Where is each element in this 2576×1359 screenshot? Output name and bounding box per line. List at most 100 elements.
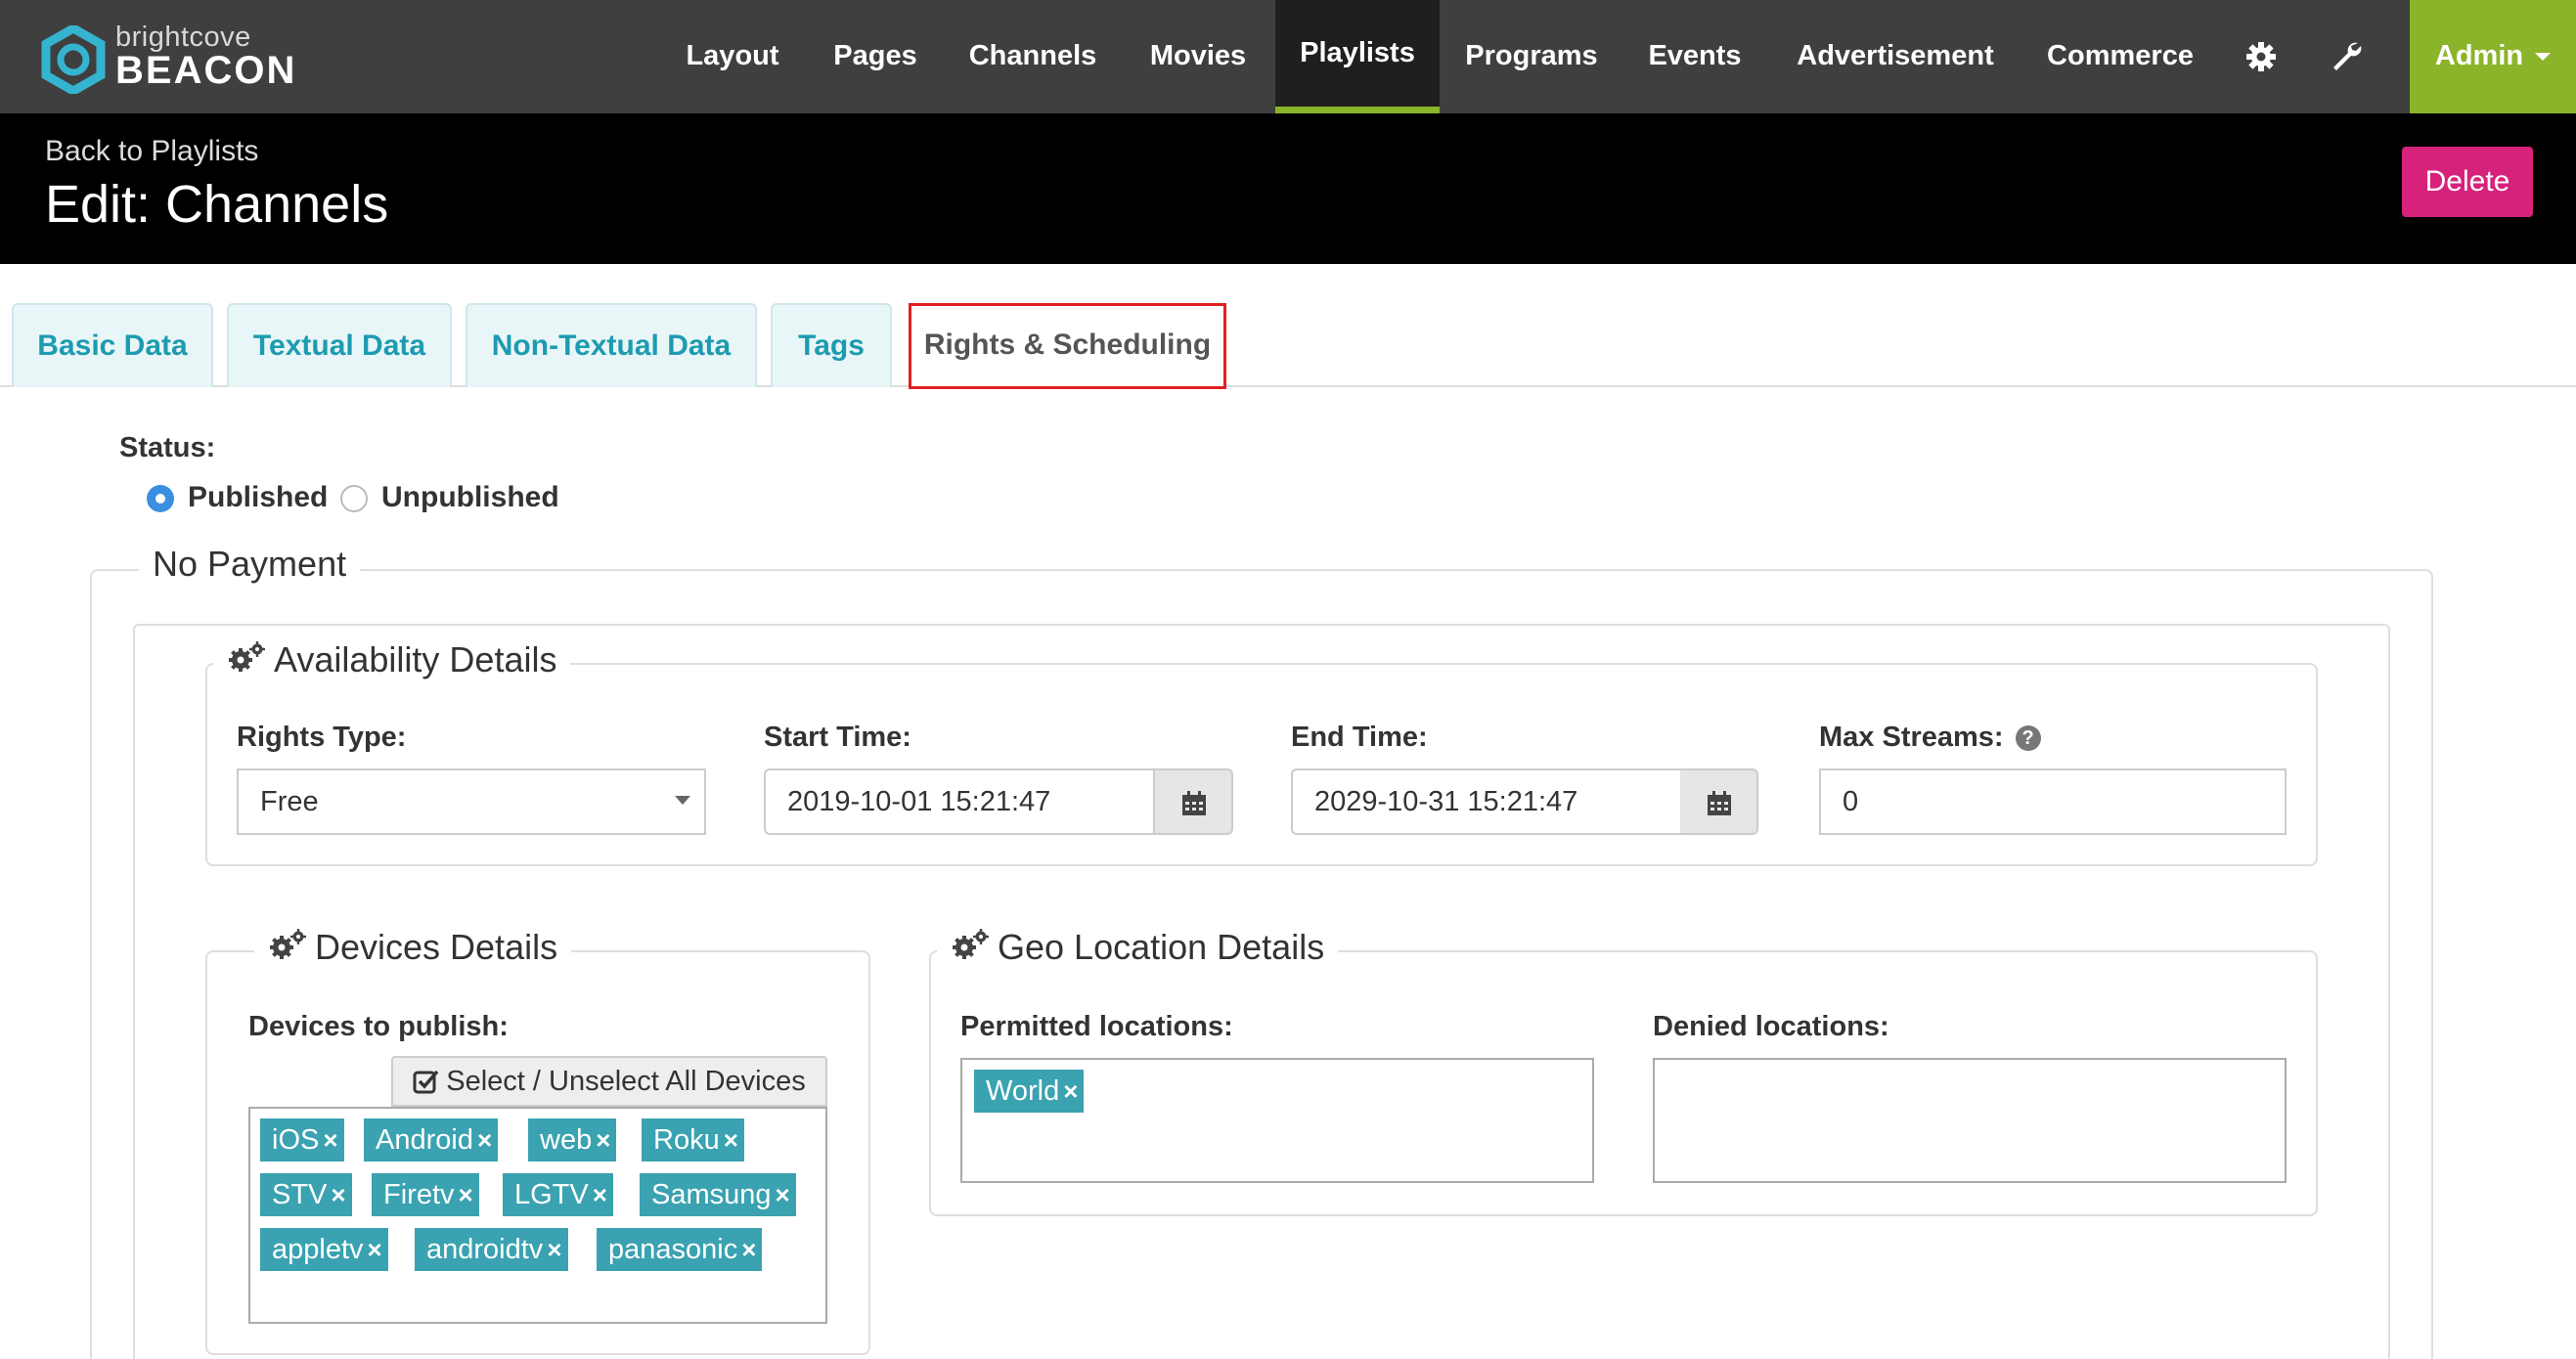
beacon-hexagon-icon [41, 25, 106, 94]
rights-type-select[interactable]: Free [237, 768, 706, 835]
calendar-icon [1182, 791, 1206, 815]
remove-tag-icon[interactable]: × [593, 1173, 613, 1216]
remove-tag-icon[interactable]: × [331, 1173, 351, 1216]
nav-movies[interactable]: Movies [1134, 0, 1262, 113]
device-tag-label: Samsung [651, 1179, 772, 1210]
device-tag: Firetv × [372, 1173, 479, 1216]
start-time-calendar-button[interactable] [1155, 768, 1233, 835]
remove-tag-icon[interactable]: × [724, 1118, 744, 1162]
end-time-label: End Time: [1291, 722, 1428, 753]
chevron-down-icon [675, 796, 690, 805]
device-tag: panasonic × [597, 1228, 763, 1271]
remove-tag-icon[interactable]: × [547, 1228, 567, 1271]
permitted-locations-input[interactable]: World × [960, 1058, 1594, 1183]
availability-legend: Availability Details [213, 639, 571, 680]
check-square-icon [413, 1070, 439, 1094]
tab-textual-data[interactable]: Textual Data [227, 303, 452, 387]
start-time-label: Start Time: [764, 722, 911, 753]
nav-playlists[interactable]: Playlists [1275, 0, 1440, 113]
no-payment-legend: No Payment [139, 544, 361, 585]
nav-pages[interactable]: Pages [818, 0, 933, 113]
nav-commerce[interactable]: Commerce [2036, 0, 2204, 113]
denied-locations-input[interactable] [1653, 1058, 2287, 1183]
remove-tag-icon[interactable]: × [596, 1118, 616, 1162]
devices-tag-input[interactable]: iOS × Android × web × Roku × STV × Firetv × LG… [248, 1107, 827, 1324]
rights-type-value: Free [260, 786, 319, 817]
nav-advertisement[interactable]: Advertisement [1788, 0, 2003, 113]
remove-tag-icon[interactable]: × [1063, 1070, 1084, 1113]
logo-beacon-text: BEACON [115, 49, 297, 92]
device-tag-label: androidtv [426, 1234, 544, 1265]
nav-channels[interactable]: Channels [955, 0, 1111, 113]
max-streams-input[interactable]: 0 [1819, 768, 2287, 835]
nav-programs[interactable]: Programs [1461, 0, 1602, 113]
rights-type-label: Rights Type: [237, 722, 407, 753]
unpublished-radio-label[interactable]: Unpublished [381, 481, 559, 514]
remove-tag-icon[interactable]: × [477, 1118, 498, 1162]
location-tag: World × [974, 1070, 1085, 1113]
max-streams-label: Max Streams:? [1819, 722, 2041, 754]
tab-non-textual-data[interactable]: Non-Textual Data [466, 303, 757, 387]
devices-legend: Devices Details [254, 927, 572, 968]
page-title: Edit: Channels [45, 175, 389, 234]
select-all-devices-button[interactable]: Select / Unselect All Devices [391, 1056, 827, 1107]
unpublished-radio[interactable] [340, 485, 368, 512]
wrench-icon[interactable] [2330, 39, 2365, 74]
question-circle-icon[interactable]: ? [2015, 725, 2041, 751]
device-tag: androidtv × [415, 1228, 568, 1271]
device-tag-label: web [540, 1124, 593, 1156]
admin-menu-button[interactable]: Admin [2410, 0, 2576, 113]
device-tag: STV × [260, 1173, 352, 1216]
back-to-playlists-link[interactable]: Back to Playlists [45, 135, 258, 168]
nav-layout[interactable]: Layout [671, 0, 794, 113]
brightcove-beacon-logo[interactable]: brightcove BEACON [39, 20, 297, 94]
end-time-calendar-button[interactable] [1680, 768, 1758, 835]
device-tag-label: appletv [272, 1234, 364, 1265]
geo-location-legend-text: Geo Location Details [998, 927, 1325, 967]
top-navbar: brightcove BEACON Layout Pages Channels … [0, 0, 2576, 113]
availability-legend-text: Availability Details [274, 639, 557, 680]
published-radio-label[interactable]: Published [188, 481, 328, 514]
device-tag: iOS × [260, 1118, 344, 1162]
remove-tag-icon[interactable]: × [323, 1118, 343, 1162]
chevron-down-icon [2535, 53, 2552, 62]
start-time-input[interactable]: 2019-10-01 15:21:47 [764, 768, 1155, 835]
device-tag-label: iOS [272, 1124, 320, 1156]
cogs-icon [229, 641, 265, 672]
cogs-icon [270, 929, 306, 959]
device-tag: web × [528, 1118, 617, 1162]
device-tag-label: panasonic [608, 1234, 738, 1265]
gear-icon[interactable] [2243, 39, 2279, 74]
max-streams-label-text: Max Streams: [1819, 722, 2004, 753]
device-tag-label: STV [272, 1179, 328, 1210]
tab-basic-data[interactable]: Basic Data [12, 303, 213, 387]
device-tag-label: Android [376, 1124, 473, 1156]
geo-location-legend: Geo Location Details [937, 927, 1339, 968]
cogs-icon [953, 929, 989, 959]
device-tag-label: Roku [653, 1124, 720, 1156]
location-tag-label: World [986, 1075, 1060, 1107]
published-radio[interactable] [147, 485, 174, 512]
tab-tags[interactable]: Tags [771, 303, 892, 387]
remove-tag-icon[interactable]: × [368, 1228, 388, 1271]
permitted-locations-label: Permitted locations: [960, 1011, 1233, 1042]
status-label: Status: [119, 432, 216, 463]
remove-tag-icon[interactable]: × [741, 1228, 762, 1271]
remove-tag-icon[interactable]: × [776, 1173, 796, 1216]
availability-fieldset [205, 663, 2318, 866]
device-tag: Roku × [642, 1118, 744, 1162]
device-tag: appletv × [260, 1228, 388, 1271]
device-tag: Samsung × [640, 1173, 796, 1216]
device-tag: LGTV × [503, 1173, 613, 1216]
device-tag: Android × [364, 1118, 499, 1162]
end-time-input[interactable]: 2029-10-31 15:21:47 [1291, 768, 1682, 835]
delete-button[interactable]: Delete [2402, 147, 2533, 217]
device-tag-label: Firetv [383, 1179, 455, 1210]
calendar-icon [1708, 791, 1731, 815]
device-tag-label: LGTV [514, 1179, 589, 1210]
tab-rights-scheduling[interactable]: Rights & Scheduling [909, 303, 1226, 389]
nav-events[interactable]: Events [1633, 0, 1756, 113]
devices-legend-text: Devices Details [315, 927, 558, 967]
select-all-devices-label: Select / Unselect All Devices [446, 1066, 806, 1097]
remove-tag-icon[interactable]: × [459, 1173, 479, 1216]
